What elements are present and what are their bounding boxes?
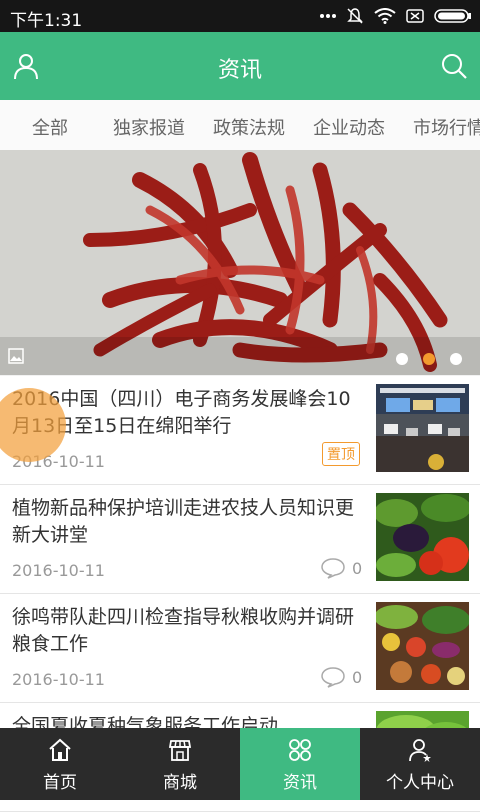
status-bar: 下午1:31 — [0, 0, 480, 32]
home-icon — [49, 738, 71, 761]
carousel-dot[interactable] — [396, 353, 408, 365]
nav-label: 资讯 — [283, 773, 317, 793]
news-thumbnail — [376, 602, 469, 690]
bottom-nav: 首页 商城 资讯 个人中心 — [0, 728, 480, 800]
nav-label: 首页 — [43, 773, 77, 793]
mute-icon — [347, 8, 363, 24]
page-title: 资讯 — [217, 58, 262, 83]
news-item[interactable]: 2016中国（四川）电子商务发展峰会10月13日至15日在绵阳举行 2016-1… — [0, 376, 480, 485]
carousel-dot[interactable] — [450, 353, 462, 365]
dots-icon — [320, 14, 336, 18]
comment-count-value: 0 — [352, 558, 363, 578]
wifi-icon — [374, 8, 396, 24]
app-header: 资讯 — [0, 32, 480, 100]
pinned-badge: 置顶 — [322, 442, 360, 466]
category-tabs: 全部 独家报道 政策法规 企业动态 市场行情 — [0, 100, 480, 151]
banner-carousel[interactable] — [0, 150, 480, 375]
news-item[interactable]: 植物新品种保护培训走进农技人员知识更新大讲堂 2016-10-11 0 — [0, 485, 480, 594]
news-date: 2016-10-11 — [12, 670, 105, 689]
nav-news[interactable]: 资讯 — [240, 728, 360, 800]
nav-label: 个人中心 — [386, 773, 454, 793]
search-icon[interactable] — [440, 52, 468, 80]
tab-company[interactable]: 企业动态 — [313, 114, 385, 140]
news-thumbnail — [376, 493, 469, 581]
nav-profile[interactable]: 个人中心 — [360, 728, 480, 800]
news-title: 徐鸣带队赴四川检查指导秋粮收购并调研粮食工作 — [12, 606, 355, 655]
news-title: 植物新品种保护培训走进农技人员知识更新大讲堂 — [12, 497, 355, 546]
comment-count-value: 0 — [352, 667, 363, 687]
comment-count[interactable]: 0 — [320, 666, 362, 688]
image-icon — [8, 348, 24, 364]
tab-policy[interactable]: 政策法规 — [213, 114, 285, 140]
news-thumbnail — [376, 384, 469, 472]
nav-label: 商城 — [163, 773, 197, 793]
shop-icon — [168, 740, 192, 761]
status-time: 下午1:31 — [10, 11, 83, 31]
grid-icon — [289, 739, 311, 761]
nav-home[interactable]: 首页 — [0, 728, 120, 800]
news-item[interactable]: 徐鸣带队赴四川检查指导秋粮收购并调研粮食工作 2016-10-11 0 — [0, 594, 480, 703]
person-icon — [409, 739, 431, 762]
battery-icon — [434, 9, 471, 23]
nav-shop[interactable]: 商城 — [120, 728, 240, 800]
sim-icon — [406, 9, 424, 23]
tab-market[interactable]: 市场行情 — [413, 114, 480, 140]
tab-all[interactable]: 全部 — [32, 114, 68, 140]
comment-icon — [321, 667, 345, 688]
carousel-dot-active[interactable] — [423, 353, 435, 365]
comment-icon — [321, 558, 345, 579]
banner-indicator-bar — [0, 337, 480, 375]
tab-exclusive[interactable]: 独家报道 — [113, 114, 185, 140]
comment-count[interactable]: 0 — [320, 557, 362, 579]
news-date: 2016-10-11 — [12, 561, 105, 580]
